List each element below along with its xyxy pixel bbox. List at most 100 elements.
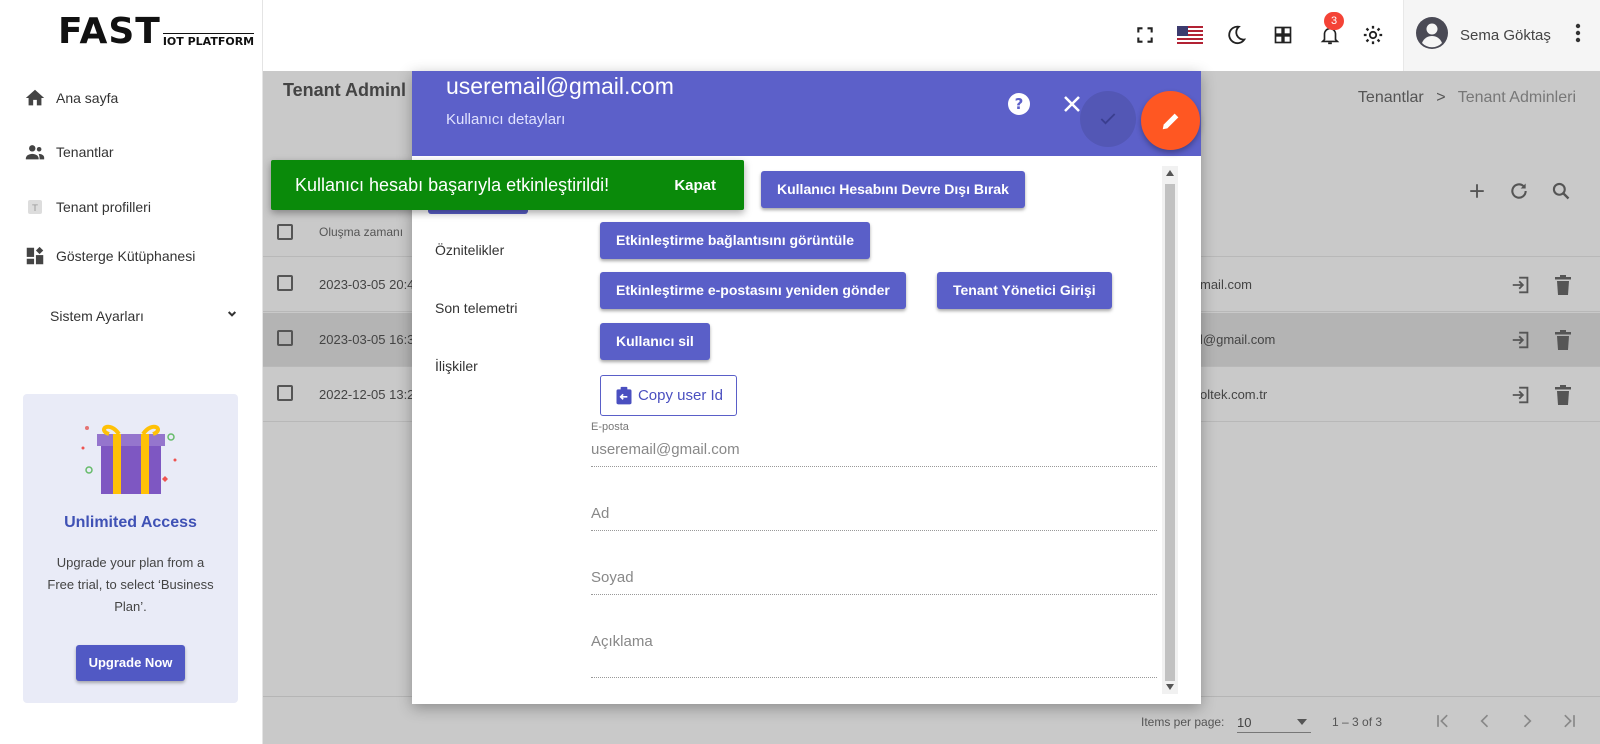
email-cell: mail.com	[1200, 277, 1253, 292]
edit-button[interactable]	[1141, 91, 1200, 150]
sidebar-item-label: Gösterge Kütüphanesi	[56, 248, 196, 264]
created-cell: 2023-03-05 16:3	[319, 332, 415, 347]
tab-latest-telemetry[interactable]: Son telemetri	[435, 300, 517, 316]
sidebar: FAST IOT PLATFORM Ana sayfa Tenantlar T …	[0, 0, 263, 744]
scroll-up-arrow	[1166, 170, 1174, 176]
view-activation-link-button[interactable]: Etkinleştirme bağlantısını görüntüle	[600, 222, 871, 259]
items-per-page-value: 10	[1237, 715, 1252, 730]
tenant-profile-icon: T	[24, 196, 46, 218]
created-cell: 2023-03-05 20:4	[319, 277, 415, 292]
promo-description: Upgrade your plan from a Free trial, to …	[47, 555, 214, 614]
login-as-icon[interactable]	[1509, 328, 1533, 352]
people-icon	[24, 141, 46, 163]
scrollbar-thumb[interactable]	[1165, 184, 1175, 681]
login-as-icon[interactable]	[1509, 383, 1533, 407]
snackbar-close-button[interactable]: Kapat	[674, 177, 716, 194]
logo: FAST IOT PLATFORM	[58, 11, 255, 52]
notification-count-badge: 3	[1324, 12, 1344, 30]
dialog-scrollbar[interactable]	[1162, 166, 1178, 694]
tab-relations[interactable]: İlişkiler	[435, 358, 478, 374]
sidebar-item-tenants[interactable]: Tenantlar	[24, 141, 114, 163]
dark-mode-icon[interactable]	[1223, 22, 1249, 48]
more-vert-icon[interactable]	[1575, 23, 1581, 48]
row-checkbox[interactable]	[277, 330, 293, 346]
breadcrumb-separator: >	[1436, 89, 1446, 106]
items-per-page-label: Items per page:	[1141, 715, 1225, 729]
us-flag-icon[interactable]	[1177, 22, 1203, 48]
search-icon[interactable]	[1548, 178, 1574, 204]
clipboard-icon	[616, 386, 632, 404]
resend-activation-button[interactable]: Etkinleştirme e-postasını yeniden gönder	[600, 272, 906, 309]
next-page-icon[interactable]	[1517, 711, 1537, 734]
gift-icon	[79, 412, 183, 507]
svg-text:?: ?	[1015, 95, 1024, 113]
email-field-label: E-posta	[591, 421, 629, 433]
upgrade-promo: Unlimited Access Upgrade your plan from …	[23, 394, 238, 703]
pencil-icon	[1162, 113, 1178, 129]
logo-text: FAST	[58, 11, 161, 52]
created-cell: 2022-12-05 13:2	[319, 387, 415, 402]
help-icon[interactable]: ?	[1006, 91, 1032, 117]
user-menu[interactable]: Sema Göktaş	[1403, 0, 1600, 71]
success-snackbar: Kullanıcı hesabı başarıyla etkinleştiril…	[271, 160, 744, 210]
sidebar-item-home[interactable]: Ana sayfa	[24, 87, 118, 109]
svg-text:T: T	[31, 204, 38, 214]
dialog-subtitle: Kullanıcı detayları	[446, 111, 566, 128]
save-check-button[interactable]	[1080, 91, 1136, 147]
delete-icon[interactable]	[1551, 383, 1575, 407]
chevron-down-icon	[224, 306, 240, 325]
dashboard-library-icon	[24, 245, 46, 267]
disable-account-button[interactable]: Kullanıcı Hesabını Devre Dışı Bırak	[761, 171, 1025, 208]
login-as-icon[interactable]	[1509, 273, 1533, 297]
avatar-icon	[1416, 17, 1448, 54]
sidebar-item-label: Sistem Ayarları	[50, 307, 144, 324]
email-cell: l@gmail.com	[1200, 332, 1276, 347]
refresh-icon[interactable]	[1506, 178, 1532, 204]
top-bar: 3 Sema Göktaş	[263, 0, 1600, 71]
upgrade-now-button[interactable]: Upgrade Now	[76, 645, 185, 681]
sidebar-item-dashboard-library[interactable]: Gösterge Kütüphanesi	[24, 245, 195, 267]
breadcrumb: Tenantlar > Tenant Adminleri	[1358, 89, 1576, 107]
copy-user-id-button[interactable]: Copy user Id	[600, 375, 737, 416]
logo-subtext: IOT PLATFORM	[162, 33, 255, 48]
dialog-header: useremail@gmail.com Kullanıcı detayları …	[412, 71, 1201, 156]
add-icon[interactable]	[1464, 178, 1490, 204]
row-checkbox[interactable]	[277, 275, 293, 291]
items-per-page-select[interactable]: 10	[1237, 709, 1311, 733]
scroll-down-arrow	[1166, 684, 1174, 690]
last-name-field[interactable]: Soyad	[591, 569, 1157, 595]
page-title: Tenant Adminl	[283, 80, 406, 100]
column-header-created[interactable]: Oluşma zamanı	[319, 225, 403, 239]
sidebar-item-label: Ana sayfa	[56, 90, 119, 106]
last-page-icon[interactable]	[1559, 711, 1579, 734]
sidebar-item-system-settings[interactable]: Sistem Ayarları	[50, 306, 240, 325]
select-all-checkbox[interactable]	[277, 224, 293, 240]
sidebar-item-label: Tenantlar	[56, 144, 114, 160]
check-icon	[1100, 113, 1116, 125]
description-field[interactable]: Açıklama	[591, 633, 1157, 678]
row-checkbox[interactable]	[277, 385, 293, 401]
delete-icon[interactable]	[1551, 328, 1575, 352]
login-as-tenant-admin-button[interactable]: Tenant Yönetici Girişi	[937, 272, 1112, 309]
snackbar-message: Kullanıcı hesabı başarıyla etkinleştiril…	[295, 174, 610, 195]
page-range: 1 – 3 of 3	[1332, 715, 1383, 729]
first-name-field[interactable]: Ad	[591, 505, 1157, 531]
email-field[interactable]: useremail@gmail.com	[591, 441, 1157, 467]
delete-icon[interactable]	[1551, 273, 1575, 297]
breadcrumb-tenants[interactable]: Tenantlar	[1358, 89, 1424, 106]
promo-title: Unlimited Access	[64, 514, 197, 531]
prev-page-icon[interactable]	[1475, 711, 1495, 734]
home-icon	[24, 87, 46, 109]
copy-user-id-label: Copy user Id	[637, 387, 724, 404]
sidebar-item-label: Tenant profilleri	[56, 199, 151, 215]
first-page-icon[interactable]	[1433, 711, 1453, 734]
gear-icon[interactable]	[1360, 22, 1386, 48]
fullscreen-icon[interactable]	[1132, 22, 1158, 48]
dialog-title: useremail@gmail.com	[446, 73, 674, 99]
email-cell: oltek.com.tr	[1200, 387, 1268, 402]
sidebar-item-tenant-profiles[interactable]: T Tenant profilleri	[24, 196, 151, 218]
tab-attributes[interactable]: Öznitelikler	[435, 242, 504, 258]
apps-grid-icon[interactable]	[1270, 22, 1296, 48]
delete-user-button[interactable]: Kullanıcı sil	[600, 323, 710, 360]
user-name: Sema Göktaş	[1460, 27, 1551, 44]
